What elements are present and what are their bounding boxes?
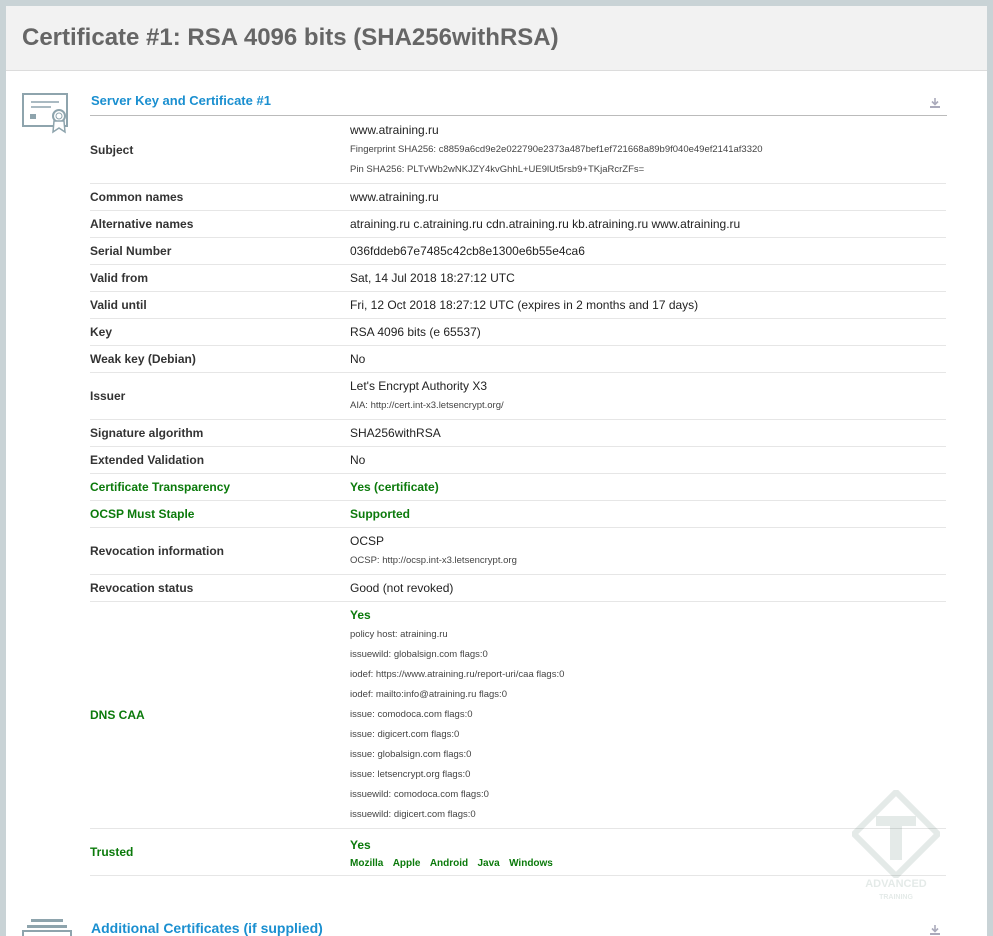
section-divider xyxy=(90,115,947,116)
section-title-server-key[interactable]: Server Key and Certificate #1 xyxy=(91,93,271,108)
issuer-aia: AIA: http://cert.int-x3.letsencrypt.org/ xyxy=(350,399,504,411)
trust-store-windows[interactable]: Windows xyxy=(509,858,553,869)
table-row: Subject www.atraining.ru Fingerprint SHA… xyxy=(90,117,946,184)
row-label: Trusted xyxy=(90,828,350,876)
table-row: Serial Number 036fddeb67e7485c42cb8e1300… xyxy=(90,237,946,265)
trust-store-android[interactable]: Android xyxy=(430,858,468,869)
caa-record: issue: letsencrypt.org flags:0 xyxy=(350,768,471,780)
caa-record: iodef: mailto:info@atraining.ru flags:0 xyxy=(350,688,507,700)
table-row: Issuer Let's Encrypt Authority X3 AIA: h… xyxy=(90,372,946,420)
issuer-name: Let's Encrypt Authority X3 xyxy=(350,378,488,393)
valid-from-value: Sat, 14 Jul 2018 18:27:12 UTC xyxy=(350,264,946,292)
caa-record: issue: comodoca.com flags:0 xyxy=(350,708,473,720)
table-row: Revocation information OCSP OCSP: http:/… xyxy=(90,527,946,575)
row-label: Weak key (Debian) xyxy=(90,345,350,373)
trust-stores: Mozilla Apple Android Java Windows xyxy=(350,855,559,869)
row-label: Valid from xyxy=(90,264,350,292)
issuer-value: Let's Encrypt Authority X3 AIA: http://c… xyxy=(350,372,946,420)
table-row: Alternative names atraining.ru c.atraini… xyxy=(90,210,946,238)
trust-store-java[interactable]: Java xyxy=(477,858,499,869)
weak-key-value: No xyxy=(350,345,946,373)
download-icon[interactable] xyxy=(929,96,941,108)
ct-value: Yes (certificate) xyxy=(350,473,946,501)
table-row: Revocation status Good (not revoked) xyxy=(90,574,946,602)
revocation-ocsp-url: OCSP: http://ocsp.int-x3.letsencrypt.org xyxy=(350,554,517,566)
subject-fingerprint: Fingerprint SHA256: c8859a6cd9e2e022790e… xyxy=(350,143,763,155)
download-icon[interactable] xyxy=(929,923,941,935)
table-row: Trusted Yes Mozilla Apple Android Java W… xyxy=(90,828,946,876)
row-label: Subject xyxy=(90,117,350,184)
table-row: Common names www.atraining.ru xyxy=(90,183,946,211)
dns-caa-status: Yes xyxy=(350,607,371,622)
row-label: Signature algorithm xyxy=(90,419,350,447)
row-label: Key xyxy=(90,318,350,346)
alt-names-value: atraining.ru c.atraining.ru cdn.atrainin… xyxy=(350,210,946,238)
table-row: DNS CAA Yes policy host: atraining.ru is… xyxy=(90,601,946,829)
revocation-status-value: Good (not revoked) xyxy=(350,574,946,602)
table-row: Weak key (Debian) No xyxy=(90,345,946,373)
valid-until-value: Fri, 12 Oct 2018 18:27:12 UTC (expires i… xyxy=(350,291,946,319)
row-label: Revocation information xyxy=(90,527,350,575)
page-title: Certificate #1: RSA 4096 bits (SHA256wit… xyxy=(22,24,559,51)
ocsp-staple-value: Supported xyxy=(350,500,946,528)
certificate-chain-icon xyxy=(21,917,73,936)
caa-record: policy host: atraining.ru xyxy=(350,628,448,640)
row-label: Issuer xyxy=(90,372,350,420)
advanced-training-watermark-logo: ADVANCED TRAINING xyxy=(849,787,943,901)
table-row: Valid until Fri, 12 Oct 2018 18:27:12 UT… xyxy=(90,291,946,319)
row-label: OCSP Must Staple xyxy=(90,500,350,528)
row-label: Serial Number xyxy=(90,237,350,265)
section-title-additional-certificates[interactable]: Additional Certificates (if supplied) xyxy=(91,920,323,936)
row-label: DNS CAA xyxy=(90,601,350,829)
subject-pin: Pin SHA256: PLTvWb2wNKJZY4kvGhhL+UE9lUt5… xyxy=(350,163,645,175)
key-value: RSA 4096 bits (e 65537) xyxy=(350,318,946,346)
serial-value: 036fddeb67e7485c42cb8e1300e6b55e4ca6 xyxy=(350,237,946,265)
page-header: Certificate #1: RSA 4096 bits (SHA256wit… xyxy=(6,6,987,71)
caa-record: iodef: https://www.atraining.ru/report-u… xyxy=(350,668,565,680)
subject-value: www.atraining.ru Fingerprint SHA256: c88… xyxy=(350,117,946,184)
row-label: Alternative names xyxy=(90,210,350,238)
row-label: Common names xyxy=(90,183,350,211)
trust-store-apple[interactable]: Apple xyxy=(393,858,421,869)
table-row: Valid from Sat, 14 Jul 2018 18:27:12 UTC xyxy=(90,264,946,292)
row-label: Revocation status xyxy=(90,574,350,602)
table-row: OCSP Must Staple Supported xyxy=(90,500,946,528)
row-label: Extended Validation xyxy=(90,446,350,474)
sig-alg-value: SHA256withRSA xyxy=(350,419,946,447)
table-row: Signature algorithm SHA256withRSA xyxy=(90,419,946,447)
trust-store-mozilla[interactable]: Mozilla xyxy=(350,858,383,869)
revocation-method: OCSP xyxy=(350,533,385,548)
row-label: Certificate Transparency xyxy=(90,473,350,501)
caa-record: issue: digicert.com flags:0 xyxy=(350,728,460,740)
revocation-info-value: OCSP OCSP: http://ocsp.int-x3.letsencryp… xyxy=(350,527,946,575)
table-row: Extended Validation No xyxy=(90,446,946,474)
certificate-details-table: Subject www.atraining.ru Fingerprint SHA… xyxy=(90,117,946,876)
table-row: Key RSA 4096 bits (e 65537) xyxy=(90,318,946,346)
caa-record: issuewild: globalsign.com flags:0 xyxy=(350,648,488,660)
additional-certificates-section: Additional Certificates (if supplied) xyxy=(17,914,947,936)
watermark-text: ADVANCED TRAINING xyxy=(865,878,927,901)
caa-record: issue: globalsign.com flags:0 xyxy=(350,748,472,760)
common-names-value: www.atraining.ru xyxy=(350,183,946,211)
row-label: Valid until xyxy=(90,291,350,319)
ev-value: No xyxy=(350,446,946,474)
table-row: Certificate Transparency Yes (certificat… xyxy=(90,473,946,501)
certificate-icon xyxy=(21,90,73,134)
subject-host: www.atraining.ru xyxy=(350,122,439,137)
